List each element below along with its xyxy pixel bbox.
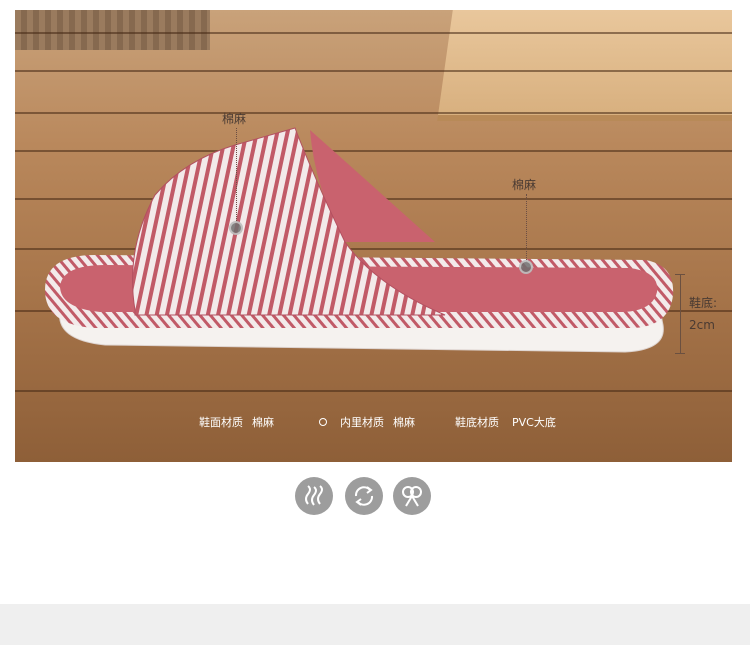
sole-spec-value: PVC大底 (512, 416, 556, 429)
upper-callout-dot (229, 221, 243, 235)
sole-height-bottom-tick (675, 353, 685, 354)
product-photo: 棉麻 棉麻 鞋底: 2cm (15, 10, 732, 462)
upper-callout-line (236, 128, 237, 223)
sole-spec-label: 鞋底材质 (455, 416, 499, 429)
slipper-illustration (45, 127, 674, 353)
lining-spec-label: 内里材质 (340, 416, 384, 429)
insole-material-callout: 棉麻 (512, 178, 537, 192)
upper-spec-label: 鞋面材质 (199, 416, 243, 429)
recycle-icon (345, 477, 383, 515)
sole-height-marker (680, 274, 681, 354)
section-divider-band (0, 604, 750, 645)
spec-separator-dot (319, 418, 327, 426)
comfort-knot-icon (393, 477, 431, 515)
sole-height-label: 鞋底: (689, 296, 718, 310)
insole-callout-dot (519, 260, 533, 274)
sole-height-value: 2cm (689, 318, 715, 332)
sole-height-top-tick (675, 274, 685, 275)
insole-callout-line (526, 194, 527, 262)
upper-spec-value: 棉麻 (252, 416, 274, 429)
lining-spec-value: 棉麻 (393, 416, 415, 429)
breathable-icon (295, 477, 333, 515)
upper-material-callout: 棉麻 (222, 112, 247, 126)
